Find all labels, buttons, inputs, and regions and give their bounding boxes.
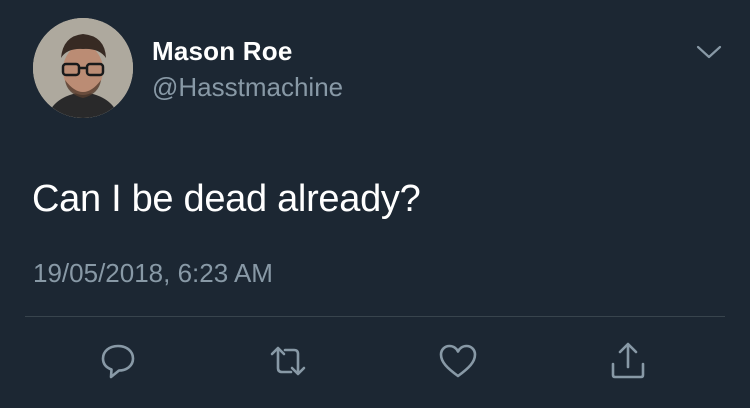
user-handle[interactable]: @Hasstmachine xyxy=(152,72,343,103)
retweet-icon xyxy=(270,346,306,376)
tweet-timestamp: 19/05/2018, 6:23 AM xyxy=(33,258,273,288)
share-button[interactable] xyxy=(607,340,649,382)
display-name[interactable]: Mason Roe xyxy=(152,36,292,67)
tweet-card: Mason Roe @Hasstmachine Can I be dead al… xyxy=(0,0,750,408)
retweet-button[interactable] xyxy=(267,340,309,382)
avatar[interactable] xyxy=(33,18,133,118)
avatar-image xyxy=(33,18,133,118)
share-icon xyxy=(611,342,645,379)
tweet-text: Can I be dead already? xyxy=(32,178,421,220)
like-button[interactable] xyxy=(437,340,479,382)
chevron-down-icon[interactable] xyxy=(694,40,724,64)
heart-icon xyxy=(439,344,477,378)
divider xyxy=(25,316,725,317)
reply-icon xyxy=(101,344,135,379)
reply-button[interactable] xyxy=(97,340,139,382)
